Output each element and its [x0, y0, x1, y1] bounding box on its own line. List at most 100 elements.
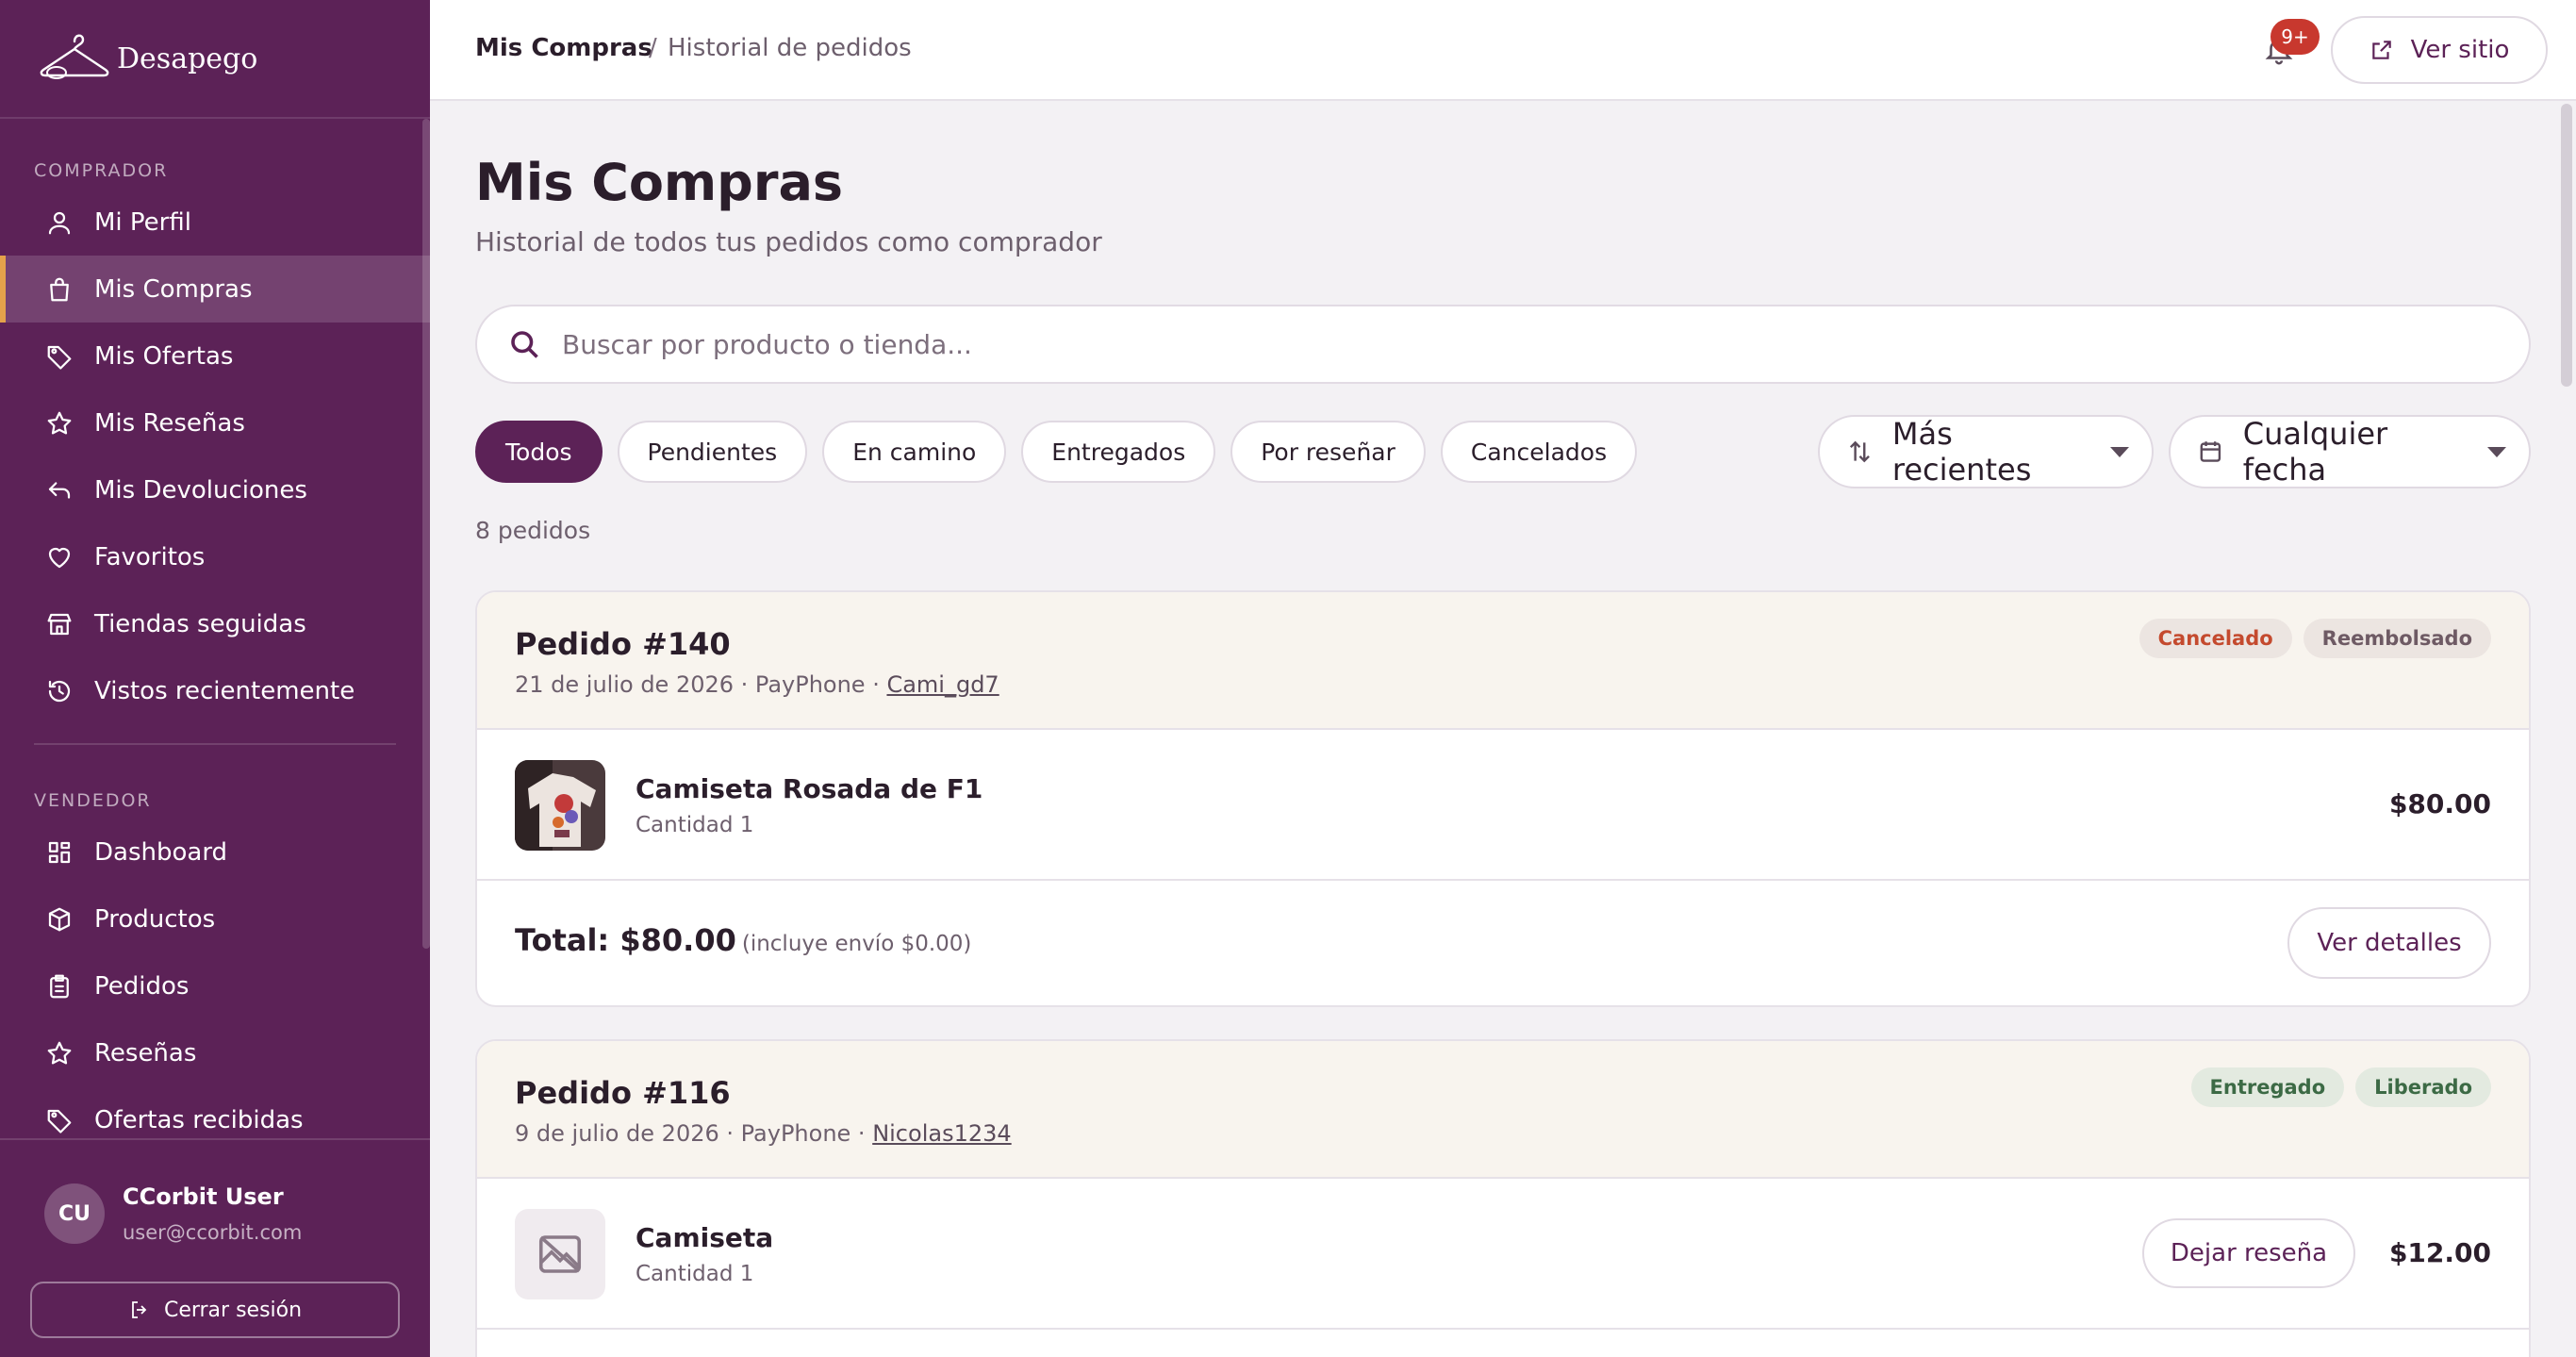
sidebar-item-productos[interactable]: Productos: [0, 885, 430, 952]
order-meta: 21 de julio de 2026 · PayPhone · Cami_gd…: [515, 671, 999, 698]
order-badges: Cancelado Reembolsado: [2138, 619, 2491, 658]
status-badge-entregado: Entregado: [2190, 1067, 2345, 1107]
order-item-row: Camiseta Rosada de F1 Cantidad 1 $80.00: [477, 730, 2529, 881]
filter-todos[interactable]: Todos: [475, 421, 603, 483]
sidebar-item-label: Mis Devoluciones: [94, 475, 307, 505]
sidebar-item-label: Vistos recientemente: [94, 676, 355, 705]
filter-cancelados[interactable]: Cancelados: [1440, 421, 1638, 483]
sort-arrows-icon: [1849, 440, 1870, 463]
order-total: Total: $80.00 (incluye envío $0.00): [515, 922, 971, 958]
order-item-row: Camiseta Cantidad 1 Dejar reseña $12.00: [477, 1179, 2529, 1330]
order-total-note: (incluye envío $0.00): [741, 932, 972, 956]
box-icon: [45, 905, 74, 934]
status-filters: Todos Pendientes En camino Entregados Po…: [475, 421, 1638, 483]
store-icon: [45, 610, 74, 638]
sidebar-item-mis-compras[interactable]: Mis Compras: [0, 256, 430, 323]
sidebar-item-favoritos[interactable]: Favoritos: [0, 523, 430, 590]
sidebar-item-mi-perfil[interactable]: Mi Perfil: [0, 189, 430, 256]
image-placeholder-icon: [538, 1235, 582, 1273]
page-title: Mis Compras: [475, 153, 844, 212]
order-badges: Entregado Liberado: [2190, 1067, 2491, 1107]
order-header: Pedido #116 9 de julio de 2026 · PayPhon…: [477, 1041, 2529, 1179]
tag-icon: [45, 342, 74, 371]
notifications-badge[interactable]: 9+: [2271, 19, 2320, 55]
filter-pendientes[interactable]: Pendientes: [617, 421, 808, 483]
sidebar-item-label: Ofertas recibidas: [94, 1105, 304, 1134]
sidebar: Desapego COMPRADOR Mi Perfil Mis Compras…: [0, 0, 430, 1357]
star-icon: [45, 1039, 74, 1067]
buyer-section-label: COMPRADOR: [34, 160, 169, 181]
brand[interactable]: Desapego: [0, 0, 430, 119]
view-site-label: Ver sitio: [2410, 36, 2510, 64]
sidebar-item-mis-devoluciones[interactable]: Mis Devoluciones: [0, 456, 430, 523]
logout-label: Cerrar sesión: [163, 1298, 303, 1322]
sidebar-item-vistos-recientemente[interactable]: Vistos recientemente: [0, 657, 430, 724]
product-price: $12.00: [2388, 1237, 2491, 1268]
sidebar-item-label: Reseñas: [94, 1038, 197, 1067]
product-photo-icon: [515, 760, 605, 851]
seller-section-label: VENDEDOR: [34, 790, 152, 811]
seller-link[interactable]: Nicolas1234: [872, 1120, 1011, 1147]
history-icon: [45, 677, 74, 705]
status-badge-cancelado: Cancelado: [2138, 619, 2292, 658]
user-panel: CU CCorbit User user@ccorbit.com Cerrar …: [0, 1138, 430, 1357]
logout-icon: [132, 1301, 147, 1318]
view-site-button[interactable]: Ver sitio: [2331, 16, 2548, 84]
product-thumbnail[interactable]: [515, 760, 605, 851]
logout-button[interactable]: Cerrar sesión: [30, 1282, 400, 1338]
filter-entregados[interactable]: Entregados: [1021, 421, 1216, 483]
brand-name: Desapego: [117, 41, 258, 75]
search-icon: [511, 331, 538, 358]
user-email: user@ccorbit.com: [123, 1221, 303, 1244]
user-name: CCorbit User: [123, 1183, 284, 1210]
status-badge-liberado: Liberado: [2355, 1067, 2491, 1107]
product-quantity: Cantidad 1: [636, 813, 754, 837]
star-icon: [45, 409, 74, 438]
view-details-button[interactable]: Ver detalles: [2287, 907, 2491, 979]
page-scrollbar[interactable]: [2561, 104, 2572, 387]
sidebar-item-dashboard[interactable]: Dashboard: [0, 819, 430, 885]
orders-count: 8 pedidos: [475, 517, 591, 544]
order-number: Pedido #116: [515, 1075, 731, 1111]
sort-dropdown[interactable]: Más recientes: [1818, 415, 2154, 488]
breadcrumb-mis-compras[interactable]: Mis Compras: [475, 34, 652, 62]
sidebar-item-tiendas-seguidas[interactable]: Tiendas seguidas: [0, 590, 430, 657]
status-badge-reembolsado: Reembolsado: [2303, 619, 2491, 658]
chevron-down-icon: [2487, 446, 2506, 457]
top-bar: Mis Compras / Historial de pedidos 9+ Ve…: [430, 0, 2576, 101]
page-subtitle: Historial de todos tus pedidos como comp…: [475, 226, 1102, 257]
sidebar-item-mis-ofertas[interactable]: Mis Ofertas: [0, 323, 430, 389]
filter-por-resenar[interactable]: Por reseñar: [1230, 421, 1426, 483]
order-date-payment: 9 de julio de 2026 · PayPhone ·: [515, 1120, 873, 1147]
heart-icon: [45, 543, 74, 571]
search-bar[interactable]: [475, 305, 2531, 384]
order-card: Pedido #116 9 de julio de 2026 · PayPhon…: [475, 1039, 2531, 1357]
chevron-down-icon: [2110, 446, 2129, 457]
date-label: Cualquier fecha: [2242, 416, 2388, 488]
order-header: Pedido #140 21 de julio de 2026 · PayPho…: [477, 592, 2529, 730]
order-card: Pedido #140 21 de julio de 2026 · PayPho…: [475, 590, 2531, 1007]
sidebar-item-pedidos[interactable]: Pedidos: [0, 952, 430, 1019]
date-dropdown[interactable]: Cualquier fecha: [2169, 415, 2531, 488]
user-icon: [45, 208, 74, 237]
product-quantity: Cantidad 1: [636, 1262, 754, 1286]
sidebar-item-label: Mis Reseñas: [94, 408, 245, 438]
product-name[interactable]: Camiseta Rosada de F1: [636, 773, 983, 804]
calendar-icon: [2200, 441, 2221, 462]
sidebar-item-resenas[interactable]: Reseñas: [0, 1019, 430, 1086]
product-name[interactable]: Camiseta: [636, 1222, 773, 1253]
search-input[interactable]: [562, 328, 2353, 360]
avatar: CU: [44, 1183, 105, 1244]
sidebar-item-mis-resenas[interactable]: Mis Reseñas: [0, 389, 430, 456]
dashboard-icon: [45, 838, 74, 867]
leave-review-button[interactable]: Dejar reseña: [2142, 1218, 2355, 1288]
sort-label: Más recientes: [1891, 416, 2032, 488]
sidebar-item-label: Favoritos: [94, 542, 206, 571]
product-thumbnail[interactable]: [515, 1209, 605, 1299]
filter-en-camino[interactable]: En camino: [822, 421, 1007, 483]
order-footer: Total: $80.00 (incluye envío $0.00) Ver d…: [477, 881, 2529, 1005]
order-date-payment: 21 de julio de 2026 · PayPhone ·: [515, 671, 887, 698]
seller-link[interactable]: Cami_gd7: [886, 671, 999, 698]
sidebar-item-label: Mi Perfil: [94, 207, 191, 237]
sidebar-scrollbar[interactable]: [422, 119, 430, 949]
